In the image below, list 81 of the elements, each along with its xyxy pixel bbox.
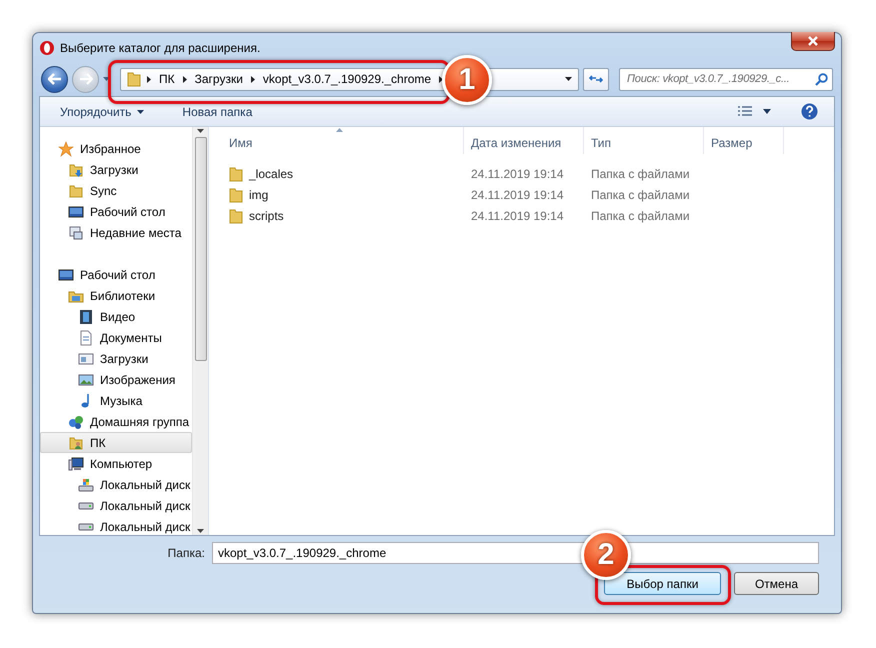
sort-arrow-icon [336, 128, 343, 132]
refresh-button[interactable] [583, 68, 609, 90]
sidebar-item[interactable]: Музыка [40, 390, 192, 411]
file-type: Папка с файлами [591, 188, 690, 202]
recent-places-icon [68, 224, 84, 240]
organize-menu[interactable]: Упорядочить [56, 102, 148, 122]
sidebar-item[interactable]: Локальный диск [40, 495, 192, 516]
sidebar-item[interactable]: Рабочий стол [40, 201, 192, 222]
window-title: Выберите каталог для расширения. [60, 40, 262, 54]
computer-icon [68, 456, 84, 472]
sidebar-item[interactable]: Sync [40, 180, 192, 201]
modified-date: 24.11.2019 19:14 [471, 188, 564, 202]
sidebar-item[interactable]: Компьютер [40, 453, 192, 474]
film-icon [78, 308, 94, 324]
search-field[interactable]: Поиск: vkopt_v3.0.7_.190929._c... [619, 68, 833, 90]
file-name[interactable]: img [249, 188, 268, 202]
drive-icon [78, 522, 94, 530]
chevron-icon [250, 76, 255, 82]
cancel-button[interactable]: Отмена [734, 572, 819, 595]
sidebar-item[interactable]: Документы [40, 327, 192, 348]
caret-icon [137, 110, 144, 114]
folder-icon [127, 71, 141, 87]
back-arrow-icon [48, 73, 62, 85]
file-name[interactable]: _locales [249, 166, 294, 180]
sidebar-item[interactable]: Изображения [40, 369, 192, 390]
new-folder-button[interactable]: Новая папка [178, 102, 256, 122]
folder-icon [68, 434, 84, 450]
scrollbar[interactable] [192, 127, 208, 535]
sidebar-item[interactable]: Домашняя группа [40, 411, 192, 432]
caret-icon [103, 77, 110, 81]
callout-badge: 1 [442, 55, 492, 105]
back-button[interactable] [41, 66, 68, 92]
folder-icon [68, 182, 84, 198]
sidebar-item[interactable]: Избранное [40, 138, 192, 159]
sidebar-item[interactable]: Загрузки [40, 348, 192, 369]
app-logo-icon [39, 40, 55, 56]
modified-date: 24.11.2019 19:14 [471, 166, 564, 180]
folder-icon [229, 208, 243, 224]
sidebar-item[interactable]: ПК [40, 432, 192, 453]
homegroup-icon [68, 414, 84, 430]
monitor-icon [58, 266, 74, 282]
breadcrumb[interactable]: vkopt_v3.0.7_.190929._chrome [260, 72, 434, 86]
sidebar-item[interactable]: Видео [40, 306, 192, 327]
breadcrumb[interactable]: Загрузки [192, 72, 245, 86]
file-type: Папка с файлами [591, 166, 690, 180]
sidebar-item[interactable]: Локальный диск [40, 474, 192, 495]
close-icon [807, 36, 819, 46]
help-icon[interactable] [801, 103, 818, 120]
forward-arrow-icon [78, 73, 92, 85]
chevron-icon [182, 76, 187, 82]
document-icon [78, 330, 94, 346]
chevron-icon [439, 76, 444, 82]
caret-icon [197, 129, 204, 133]
file-type: Папка с файлами [591, 208, 690, 222]
search-icon [815, 72, 828, 86]
drive-icon [78, 478, 94, 492]
caret-icon[interactable] [763, 109, 771, 114]
refresh-icon [589, 73, 603, 85]
monitor-icon [68, 204, 84, 220]
select-folder-button[interactable]: Выбор папки [604, 572, 721, 595]
window-icon [78, 350, 94, 366]
modified-date: 24.11.2019 19:14 [471, 208, 564, 222]
file-name[interactable]: scripts [249, 208, 284, 222]
sidebar-item[interactable]: Локальный диск [40, 516, 192, 537]
chevron-icon [147, 76, 151, 82]
folder-icon [68, 162, 84, 178]
breadcrumb[interactable]: ПК [157, 72, 177, 86]
drive-icon [78, 502, 94, 510]
star-icon [58, 140, 74, 156]
folder-icon [229, 186, 243, 202]
caret-icon [197, 529, 204, 533]
folder-icon [229, 166, 243, 182]
sidebar-item[interactable]: Рабочий стол [40, 264, 192, 285]
caret-icon [565, 77, 572, 81]
sidebar-item[interactable]: Библиотеки [40, 285, 192, 306]
close-button[interactable] [791, 32, 835, 51]
image-icon [78, 372, 94, 388]
sidebar-item[interactable]: Недавние места [40, 222, 192, 243]
view-options-icon[interactable] [737, 106, 753, 118]
sidebar-item[interactable]: Загрузки [40, 159, 192, 180]
folder-label: Папка: [168, 546, 205, 560]
